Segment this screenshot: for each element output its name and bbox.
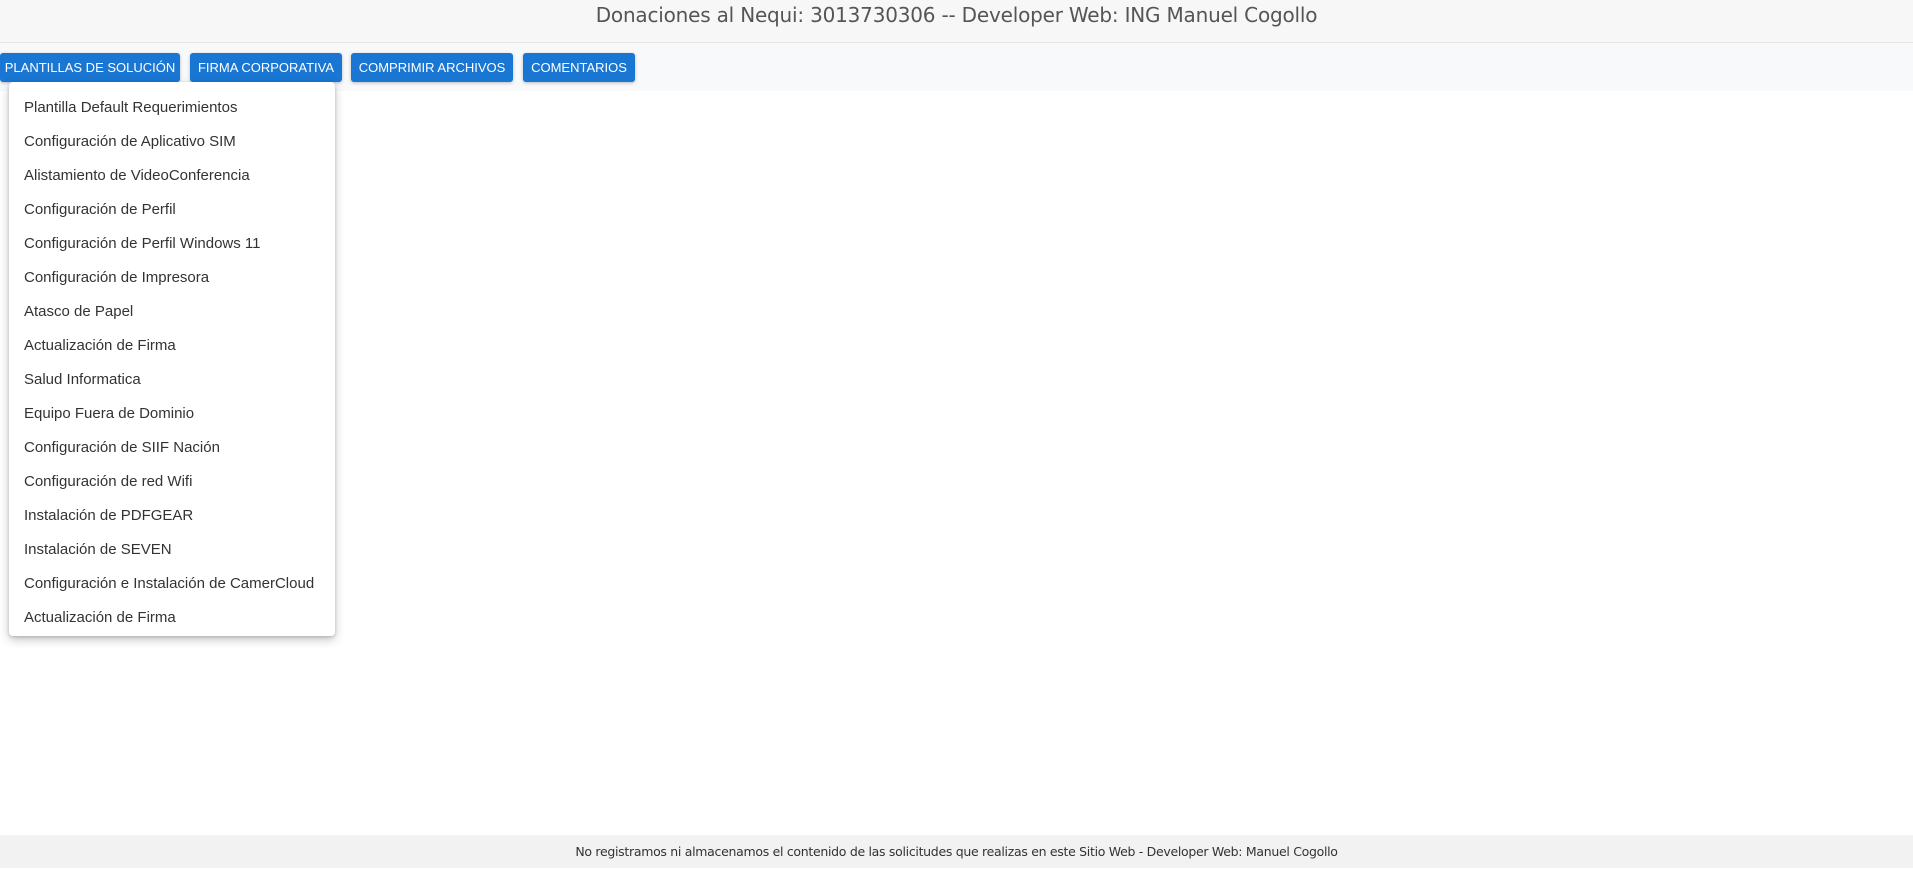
- menu-item-configuracion-perfil[interactable]: Configuración de Perfil: [9, 193, 335, 227]
- menu-item-salud-informatica[interactable]: Salud Informatica: [9, 363, 335, 397]
- menu-item-plantilla-default-requerimientos[interactable]: Plantilla Default Requerimientos: [9, 91, 335, 125]
- menu-item-configuracion-instalacion-camercloud[interactable]: Configuración e Instalación de CamerClou…: [9, 567, 335, 601]
- menu-item-configuracion-siif-nacion[interactable]: Configuración de SIIF Nación: [9, 431, 335, 465]
- menu-item-configuracion-red-wifi[interactable]: Configuración de red Wifi: [9, 465, 335, 499]
- menu-item-configuracion-aplicativo-sim[interactable]: Configuración de Aplicativo SIM: [9, 125, 335, 159]
- page-header: Donaciones al Nequi: 3013730306 -- Devel…: [0, 0, 1913, 43]
- comprimir-archivos-button[interactable]: COMPRIMIR ARCHIVOS: [351, 53, 513, 82]
- menu-item-instalacion-pdfgear[interactable]: Instalación de PDFGEAR: [9, 499, 335, 533]
- plantillas-dropdown-menu: Plantilla Default Requerimientos Configu…: [9, 82, 335, 636]
- comentarios-button[interactable]: COMENTARIOS: [523, 53, 635, 82]
- footer-notice: No registramos ni almacenamos el conteni…: [575, 844, 1338, 859]
- menu-item-actualizacion-de-firma[interactable]: Actualización de Firma: [9, 329, 335, 363]
- page-title: Donaciones al Nequi: 3013730306 -- Devel…: [595, 3, 1318, 27]
- menu-item-configuracion-impresora[interactable]: Configuración de Impresora: [9, 261, 335, 295]
- menu-item-atasco-de-papel[interactable]: Atasco de Papel: [9, 295, 335, 329]
- firma-corporativa-button[interactable]: FIRMA CORPORATIVA: [190, 53, 342, 82]
- menu-item-instalacion-seven[interactable]: Instalación de SEVEN: [9, 533, 335, 567]
- plantillas-de-solucion-button[interactable]: PLANTILLAS DE SOLUCIÓN: [0, 53, 180, 82]
- page-footer: No registramos ni almacenamos el conteni…: [0, 835, 1913, 868]
- menu-item-actualizacion-de-firma-2[interactable]: Actualización de Firma: [9, 601, 335, 635]
- menu-item-alistamiento-videoconferencia[interactable]: Alistamiento de VideoConferencia: [9, 159, 335, 193]
- menu-item-equipo-fuera-de-dominio[interactable]: Equipo Fuera de Dominio: [9, 397, 335, 431]
- menu-item-configuracion-perfil-windows-11[interactable]: Configuración de Perfil Windows 11: [9, 227, 335, 261]
